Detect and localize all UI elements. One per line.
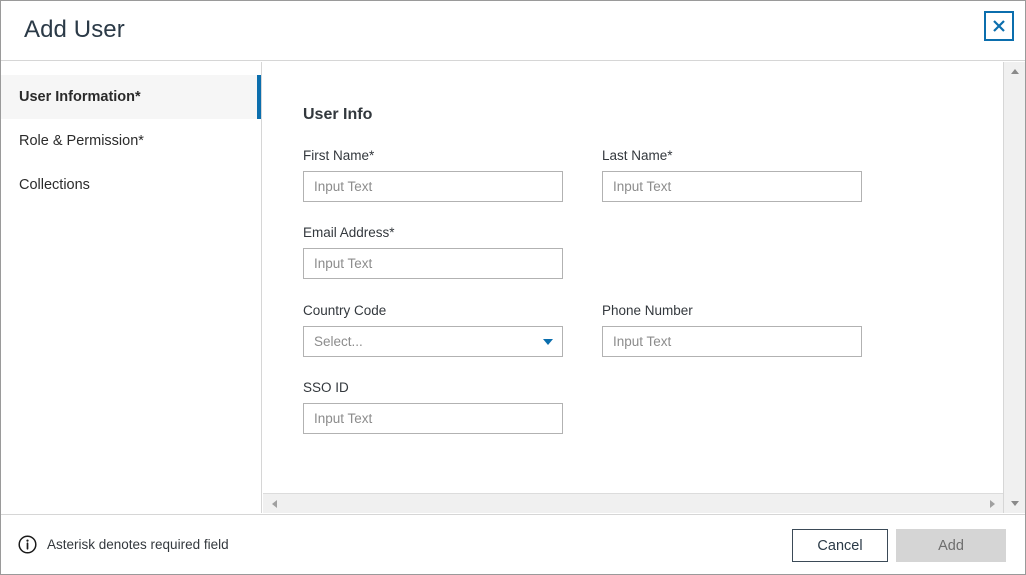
scroll-left-arrow-icon[interactable] (265, 494, 283, 513)
field-label-country-code: Country Code (303, 303, 387, 318)
add-button[interactable]: Add (896, 529, 1006, 562)
field-country-code: Country Code Select... (303, 303, 563, 357)
form-scroll-region: User Info First Name* Last Name* Email A… (263, 62, 1003, 492)
field-label-phone-number: Phone Number (602, 303, 693, 318)
dialog-body: User Information* Role & Permission* Col… (1, 62, 1025, 513)
scroll-up-arrow-icon[interactable] (1004, 62, 1025, 80)
first-name-input[interactable] (303, 171, 563, 202)
required-field-note-text: Asterisk denotes required field (47, 537, 229, 552)
sidebar: User Information* Role & Permission* Col… (1, 62, 262, 513)
triangle-right-icon (989, 499, 995, 508)
field-last-name: Last Name* (602, 148, 862, 202)
field-sso-id: SSO ID (303, 380, 563, 434)
info-circle-icon (18, 535, 37, 554)
close-icon (992, 19, 1006, 33)
field-label-last-name: Last Name* (602, 148, 673, 163)
triangle-up-icon (1010, 68, 1019, 74)
page-title: Add User (24, 16, 125, 43)
dialog-footer: Asterisk denotes required field Cancel A… (1, 514, 1025, 574)
field-label-sso-id: SSO ID (303, 380, 349, 395)
triangle-left-icon (271, 499, 277, 508)
horizontal-scrollbar[interactable] (263, 493, 1003, 513)
main-panel: User Info First Name* Last Name* Email A… (263, 62, 1003, 513)
country-code-select[interactable]: Select... (303, 326, 563, 357)
last-name-input[interactable] (602, 171, 862, 202)
triangle-down-icon (1010, 500, 1019, 506)
required-field-note: Asterisk denotes required field (18, 535, 229, 554)
sidebar-item-collections[interactable]: Collections (1, 163, 261, 207)
vertical-scrollbar[interactable] (1003, 62, 1025, 513)
add-user-dialog: Add User User Information* Role & Permis… (0, 0, 1026, 575)
field-phone-number: Phone Number (602, 303, 862, 357)
country-code-select-wrap: Select... (303, 326, 563, 357)
dialog-header: Add User (1, 1, 1025, 61)
field-label-first-name: First Name* (303, 148, 375, 163)
field-label-email-address: Email Address* (303, 225, 395, 240)
cancel-button[interactable]: Cancel (792, 529, 888, 562)
sidebar-item-label: User Information* (19, 89, 141, 105)
email-address-input[interactable] (303, 248, 563, 279)
sidebar-item-label: Collections (19, 177, 90, 193)
close-button[interactable] (984, 11, 1014, 41)
footer-actions: Cancel Add (792, 529, 1006, 562)
field-first-name: First Name* (303, 148, 563, 202)
field-email-address: Email Address* (303, 225, 563, 279)
sidebar-item-user-information[interactable]: User Information* (1, 75, 261, 119)
scroll-down-arrow-icon[interactable] (1004, 494, 1025, 512)
sso-id-input[interactable] (303, 403, 563, 434)
section-title: User Info (303, 106, 373, 123)
sidebar-item-label: Role & Permission* (19, 133, 144, 149)
scroll-right-arrow-icon[interactable] (983, 494, 1001, 513)
sidebar-item-role-permission[interactable]: Role & Permission* (1, 119, 261, 163)
phone-number-input[interactable] (602, 326, 862, 357)
